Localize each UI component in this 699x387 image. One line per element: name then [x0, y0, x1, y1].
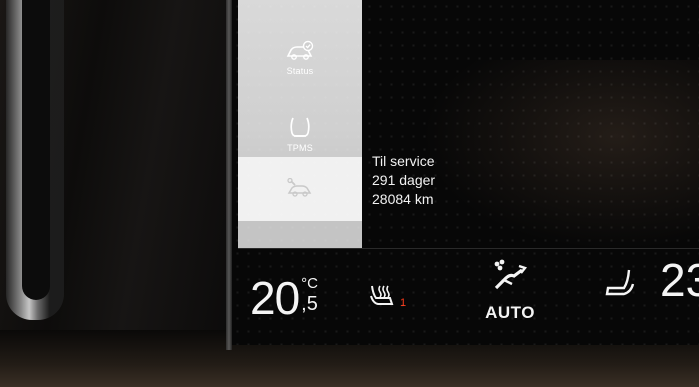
service-info-panel: Til service 291 dager 28084 km: [372, 152, 435, 209]
seat-heat-icon: [368, 282, 398, 313]
service-wrench-car-icon: [285, 178, 315, 200]
car-info-side-menu: Status TPMS: [238, 0, 362, 248]
center-display: Status TPMS Til service 291 dager 28084 …: [232, 0, 699, 345]
seat-icon: [604, 269, 638, 302]
climate-bar-divider: [238, 248, 699, 249]
service-days-remaining: 291 dager: [372, 172, 436, 188]
side-menu-label-status: Status: [286, 66, 314, 76]
side-menu-item-status[interactable]: Status: [238, 22, 362, 94]
auto-label: AUTO: [485, 303, 535, 322]
driver-temp-decimal: ,5: [301, 293, 318, 315]
driver-temp-unit: °C: [301, 275, 319, 292]
climate-auto-button[interactable]: AUTO: [482, 258, 538, 323]
side-menu-empty-slot: [238, 221, 362, 248]
driver-temp-value: 20: [250, 272, 300, 324]
tire-pressure-icon: [287, 115, 313, 139]
side-menu-label-tpms: TPMS: [287, 143, 313, 153]
driver-temperature[interactable]: 20 °C ,5: [250, 272, 319, 324]
air-vent-opening: [22, 0, 50, 300]
screen-reflection: [422, 60, 699, 250]
side-menu-item-service[interactable]: [238, 157, 362, 221]
seat-heat-level-indicator: 1: [400, 297, 407, 309]
car-status-icon: [285, 40, 315, 62]
driver-seat-heat-button[interactable]: 1: [368, 282, 406, 313]
service-title: Til service: [372, 153, 435, 169]
service-distance-remaining: 28084 km: [372, 191, 434, 207]
passenger-temperature[interactable]: 23: [660, 257, 699, 303]
fan-airflow-icon: [490, 258, 530, 297]
passenger-seat-button[interactable]: [604, 268, 638, 303]
